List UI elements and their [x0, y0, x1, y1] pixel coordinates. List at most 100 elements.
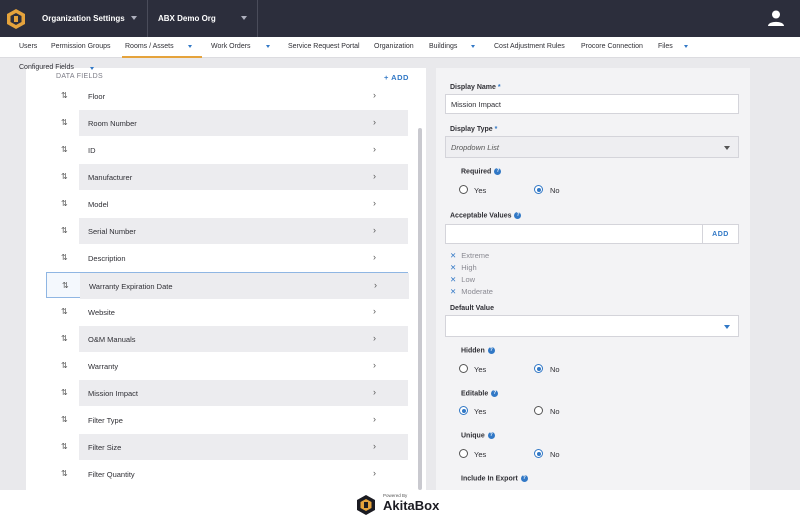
data-field-row[interactable]: ⇅ Mission Impact › [46, 380, 408, 406]
chevron-right-icon[interactable]: › [373, 198, 376, 208]
help-icon[interactable]: ? [487, 347, 495, 354]
chevron-right-icon[interactable]: › [373, 441, 376, 451]
drag-handle-icon[interactable]: ⇅ [61, 388, 69, 398]
help-icon[interactable]: ? [494, 168, 502, 175]
chevron-right-icon[interactable]: › [373, 468, 376, 478]
data-field-body[interactable]: Website › [79, 299, 408, 325]
chevron-right-icon[interactable]: › [373, 306, 376, 316]
drag-handle-icon[interactable]: ⇅ [61, 199, 69, 209]
user-account-icon[interactable] [767, 9, 785, 27]
remove-icon[interactable]: ✕ [450, 275, 456, 284]
data-field-body[interactable]: Mission Impact › [79, 380, 408, 406]
drag-handle-icon[interactable]: ⇅ [61, 334, 69, 344]
data-field-row[interactable]: ⇅ Manufacturer › [46, 164, 408, 190]
tab-users[interactable]: Users [19, 43, 37, 50]
drag-handle-icon[interactable]: ⇅ [61, 145, 69, 155]
org-settings-dropdown[interactable]: Organization Settings [32, 0, 148, 37]
tab-buildings[interactable]: Buildings [429, 43, 457, 50]
help-icon[interactable]: ? [514, 212, 522, 219]
required-yes-radio[interactable] [459, 185, 468, 194]
chevron-right-icon[interactable]: › [374, 280, 377, 290]
help-icon[interactable]: ? [491, 390, 499, 397]
display-name-input[interactable]: Mission Impact [445, 94, 739, 114]
help-icon[interactable]: ? [487, 432, 495, 439]
editable-yes-radio[interactable] [459, 406, 468, 415]
data-field-body[interactable]: Room Number › [79, 110, 408, 136]
data-field-body[interactable]: Description › [79, 245, 408, 271]
chevron-right-icon[interactable]: › [373, 117, 376, 127]
chevron-right-icon[interactable]: › [373, 144, 376, 154]
chevron-down-icon[interactable] [684, 45, 688, 48]
chevron-down-icon[interactable] [266, 45, 270, 48]
drag-handle-icon[interactable]: ⇅ [61, 253, 69, 263]
drag-handle-icon[interactable]: ⇅ [61, 415, 69, 425]
drag-handle-icon[interactable]: ⇅ [61, 118, 69, 128]
tab-work-orders[interactable]: Work Orders [211, 43, 251, 50]
data-field-body[interactable]: O&M Manuals › [79, 326, 408, 352]
display-type-select[interactable]: Dropdown List [445, 136, 739, 158]
editable-no-radio[interactable] [534, 406, 543, 415]
drag-handle-icon[interactable]: ⇅ [61, 361, 69, 371]
hidden-no-radio[interactable] [534, 364, 543, 373]
chevron-down-icon[interactable] [90, 67, 94, 70]
chevron-right-icon[interactable]: › [373, 414, 376, 424]
unique-yes-radio[interactable] [459, 449, 468, 458]
add-field-button[interactable]: + ADD [384, 73, 409, 82]
akitabox-logo-icon[interactable] [6, 8, 26, 30]
drag-handle-icon[interactable]: ⇅ [61, 442, 69, 452]
data-field-row[interactable]: ⇅ Warranty › [46, 353, 408, 379]
org-name-dropdown[interactable]: ABX Demo Org [148, 0, 258, 37]
data-field-body[interactable]: Warranty › [79, 353, 408, 379]
chevron-right-icon[interactable]: › [373, 333, 376, 343]
add-value-button[interactable]: ADD [703, 224, 739, 244]
data-field-row[interactable]: ⇅ Warranty Expiration Date › [46, 272, 409, 299]
chevron-down-icon[interactable] [471, 45, 475, 48]
chevron-right-icon[interactable]: › [373, 360, 376, 370]
data-field-body[interactable]: Filter Type › [79, 407, 408, 433]
acceptable-value-input[interactable] [445, 224, 703, 244]
subnav-configured-fields[interactable]: Configured Fields [19, 64, 74, 71]
data-field-row[interactable]: ⇅ Filter Type › [46, 407, 408, 433]
data-field-body[interactable]: Manufacturer › [79, 164, 408, 190]
tab-procore-connection[interactable]: Procore Connection [581, 43, 643, 50]
scrollbar[interactable] [418, 128, 422, 490]
data-field-row[interactable]: ⇅ Room Number › [46, 110, 408, 136]
drag-handle-icon[interactable]: ⇅ [61, 307, 69, 317]
data-field-body[interactable]: ID › [79, 137, 408, 163]
data-field-row[interactable]: ⇅ Website › [46, 299, 408, 325]
remove-icon[interactable]: ✕ [450, 251, 456, 260]
data-field-row[interactable]: ⇅ Filter Size › [46, 434, 408, 460]
tab-cost-adjustment-rules[interactable]: Cost Adjustment Rules [494, 43, 565, 50]
data-field-body[interactable]: Warranty Expiration Date › [80, 273, 409, 299]
drag-handle-icon[interactable]: ⇅ [61, 172, 69, 182]
data-field-row[interactable]: ⇅ Serial Number › [46, 218, 408, 244]
default-value-select[interactable] [445, 315, 739, 337]
data-field-body[interactable]: Serial Number › [79, 218, 408, 244]
tab-organization[interactable]: Organization [374, 43, 414, 50]
chevron-right-icon[interactable]: › [373, 171, 376, 181]
data-field-row[interactable]: ⇅ Description › [46, 245, 408, 271]
data-field-row[interactable]: ⇅ Filter Quantity › [46, 461, 408, 487]
tab-service-request-portal[interactable]: Service Request Portal [288, 43, 360, 50]
tab-rooms-assets[interactable]: Rooms / Assets [125, 43, 174, 50]
chevron-right-icon[interactable]: › [373, 90, 376, 100]
chevron-down-icon[interactable] [188, 45, 192, 48]
data-field-row[interactable]: ⇅ Model › [46, 191, 408, 217]
chevron-right-icon[interactable]: › [373, 225, 376, 235]
tab-files[interactable]: Files [658, 43, 673, 50]
chevron-right-icon[interactable]: › [373, 252, 376, 262]
remove-icon[interactable]: ✕ [450, 263, 456, 272]
data-field-body[interactable]: Floor › [79, 83, 408, 109]
data-field-row[interactable]: ⇅ O&M Manuals › [46, 326, 408, 352]
drag-handle-icon[interactable]: ⇅ [62, 281, 70, 291]
data-field-body[interactable]: Filter Quantity › [79, 461, 408, 487]
required-no-radio[interactable] [534, 185, 543, 194]
tab-permission-groups[interactable]: Permission Groups [51, 43, 111, 50]
chevron-right-icon[interactable]: › [373, 387, 376, 397]
unique-no-radio[interactable] [534, 449, 543, 458]
data-field-body[interactable]: Model › [79, 191, 408, 217]
drag-handle-icon[interactable]: ⇅ [61, 469, 69, 479]
remove-icon[interactable]: ✕ [450, 287, 456, 296]
drag-handle-icon[interactable]: ⇅ [61, 226, 69, 236]
hidden-yes-radio[interactable] [459, 364, 468, 373]
